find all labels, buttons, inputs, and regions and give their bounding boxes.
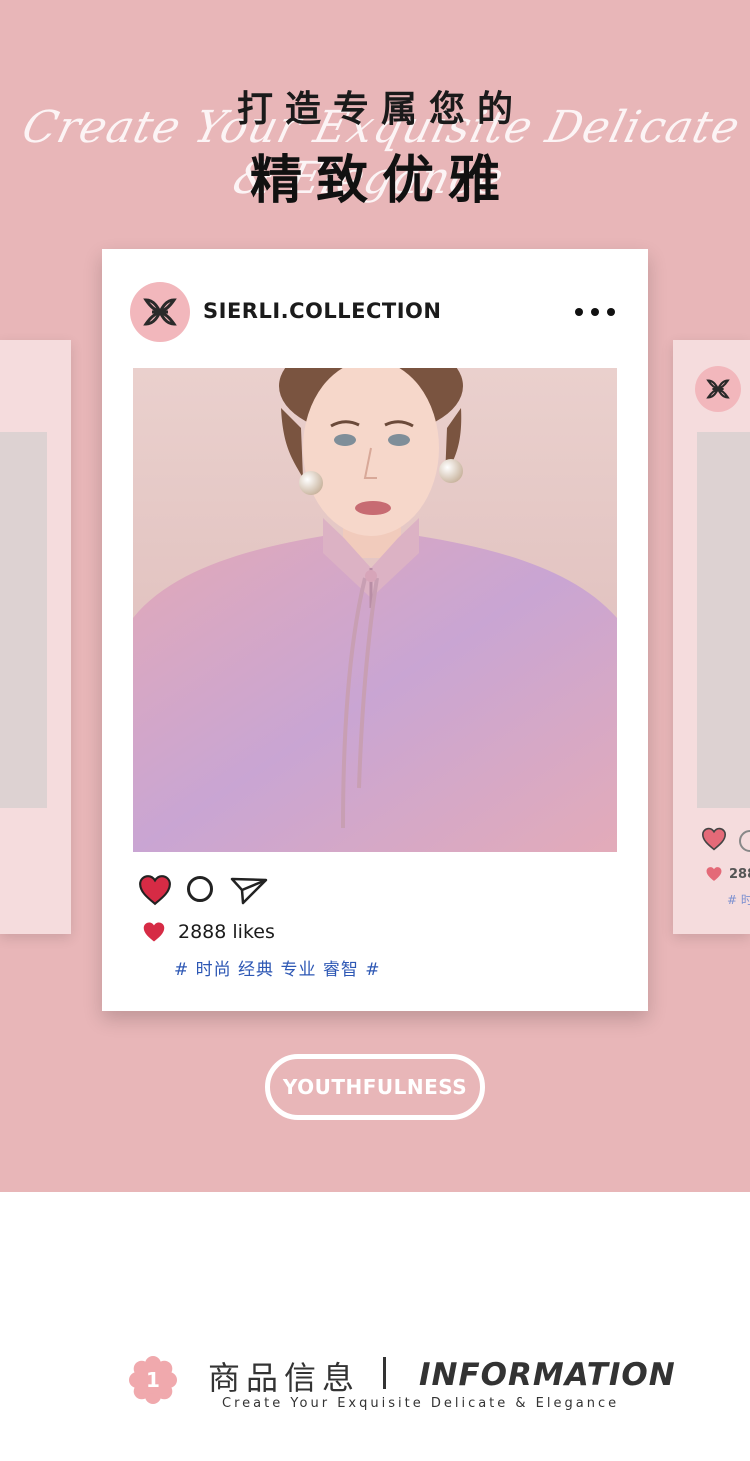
likes-row: 2888 likes: [142, 921, 275, 943]
section-title-en: INFORMATION: [419, 1357, 676, 1393]
side-card-right[interactable]: 288 # 时: [673, 340, 750, 934]
hero-title-main: 精致优雅: [249, 151, 514, 211]
share-icon[interactable]: [229, 876, 269, 906]
side-likes-text: 288: [729, 866, 750, 882]
side-card-left: [0, 340, 71, 934]
section-subtitle: Create Your Exquisite Delicate & Eleganc…: [222, 1396, 620, 1411]
flower-number-icon: 1: [129, 1356, 177, 1404]
brand-logo-icon: [695, 366, 741, 412]
account-name[interactable]: SIERLI.COLLECTION: [203, 299, 441, 323]
post-card: SIERLI.COLLECTION 2888 likes # 时尚 经典 专业 …: [102, 249, 648, 1011]
more-dots-icon[interactable]: [575, 307, 615, 317]
section-divider: [383, 1357, 386, 1389]
small-heart-icon: [143, 922, 165, 942]
heart-icon[interactable]: [138, 874, 172, 906]
youthfulness-button[interactable]: YOUTHFULNESS: [265, 1054, 485, 1120]
hashtags[interactable]: # 时尚 经典 专业 睿智 #: [174, 955, 381, 980]
comment-icon[interactable]: [187, 876, 213, 902]
likes-count[interactable]: 2888 likes: [178, 921, 275, 943]
avatar[interactable]: [130, 282, 190, 342]
model-photo: [133, 368, 617, 852]
side-likes: 288: [705, 866, 750, 882]
hero-title-top: 打造专属您的: [236, 89, 525, 130]
section-number: 1: [146, 1368, 160, 1392]
hero-banner: Create Your Exquisite Delicate & Eleganc…: [0, 0, 750, 1192]
side-card-photo: [0, 432, 47, 808]
post-photo[interactable]: [133, 368, 617, 852]
heart-icon[interactable]: [701, 827, 727, 851]
section-header: 1 商品信息 INFORMATION Create Your Exquisite…: [0, 1345, 750, 1425]
side-card-photo: [697, 432, 750, 808]
comment-icon[interactable]: [739, 830, 750, 852]
side-tags: # 时: [727, 893, 750, 907]
section-title-cn: 商品信息: [208, 1359, 361, 1397]
small-heart-icon: [706, 867, 722, 881]
brand-logo-icon: [143, 298, 177, 326]
